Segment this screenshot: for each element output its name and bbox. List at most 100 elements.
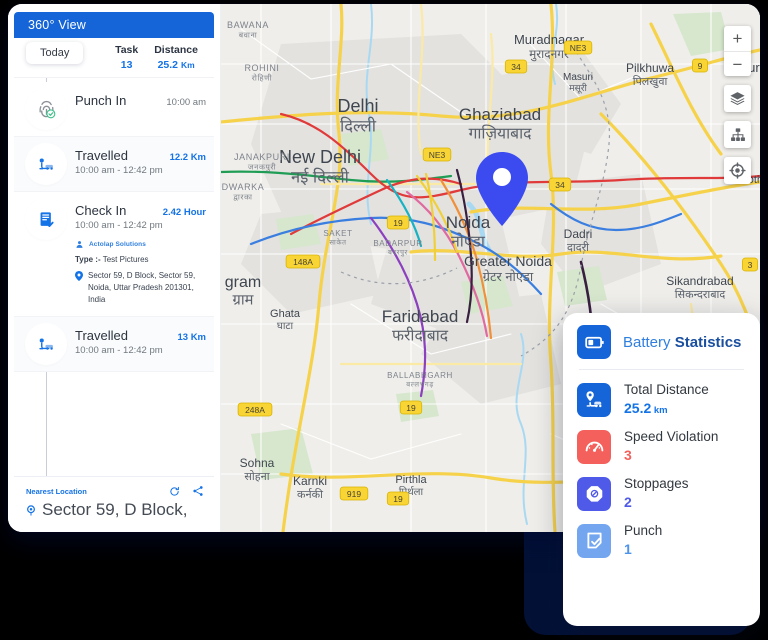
fingerprint-check-icon xyxy=(29,92,63,126)
svg-text:248A: 248A xyxy=(245,405,265,415)
map-label-hindi: द्वारका xyxy=(233,193,253,202)
highway-shield: NE3 xyxy=(422,147,452,162)
timeline-item[interactable]: Travelled 13 Km 10:00 am - 12:42 pm xyxy=(14,317,214,372)
battery-icon xyxy=(577,325,611,359)
svg-text:34: 34 xyxy=(511,62,521,72)
highway-shield: 9 xyxy=(691,58,708,73)
panel-title: 360° View xyxy=(28,18,86,32)
title-light: Battery xyxy=(623,333,675,351)
share-icon[interactable] xyxy=(192,485,204,497)
route-pin-icon xyxy=(577,382,611,417)
summary-stat-task: Task 13 xyxy=(115,43,138,71)
stats-card-title: Battery Statistics xyxy=(623,334,741,351)
map-label-hindi: सोहना xyxy=(244,470,270,483)
nearest-location-section: Nearest Location Sector 59, D Block, xyxy=(14,476,214,532)
stop-sign-icon xyxy=(577,476,611,511)
checkin-details: Actolap Solutions Type :- Test Pictures xyxy=(75,240,206,306)
map-label: New Delhi xyxy=(279,147,361,167)
stats-card-header: Battery Statistics xyxy=(577,325,746,369)
today-filter-chip[interactable]: Today xyxy=(26,42,84,64)
route-travel-icon xyxy=(29,147,63,181)
stat-row-punch[interactable]: Punch 1 xyxy=(577,523,746,558)
stat-row-speed-violation[interactable]: Speed Violation 3 xyxy=(577,429,746,464)
highway-shield: 3 xyxy=(742,257,759,272)
map-label: Ghata xyxy=(270,308,301,320)
map-label: Masuri xyxy=(563,72,593,83)
svg-text:34: 34 xyxy=(555,180,565,190)
today-chip-label: Today xyxy=(40,47,70,59)
svg-text:19: 19 xyxy=(406,403,416,413)
stat-text: Speed Violation 3 xyxy=(624,429,718,464)
punch-card-icon xyxy=(577,523,611,558)
checkin-address: Sector 59, D Block, Sector 59, Noida, Ut… xyxy=(75,270,206,306)
map-label: DWARKA xyxy=(222,182,265,192)
stat-text: Stoppages 2 xyxy=(624,476,689,511)
locate-button[interactable] xyxy=(724,157,751,184)
timeline-item-title: Punch In xyxy=(75,93,127,108)
sitemap-icon xyxy=(730,127,745,141)
stat-value: 1 xyxy=(624,541,632,558)
stat-text: Total Distance 25.2 km xyxy=(624,382,709,417)
map-label: BALLABHGARH xyxy=(387,371,453,380)
highway-shield: 34 xyxy=(504,59,528,74)
zoom-controls: + − xyxy=(724,26,751,76)
map-label-hindi: ग्रेटर नोएडा xyxy=(483,269,534,284)
map-label: ROHINI xyxy=(244,63,279,73)
timeline-item-time: 10:00 am - 12:42 pm xyxy=(75,165,163,176)
map-label-hindi: बल्लभगढ़ xyxy=(406,382,434,389)
map-label-hindi: बदरपुर xyxy=(388,250,408,257)
timeline-item-duration: 2.42 Hour xyxy=(162,207,206,218)
address-text: Sector 59, D Block, Sector 59, Noida, Ut… xyxy=(88,271,196,304)
title-bold: Statistics xyxy=(674,333,742,351)
highway-shield: 919 xyxy=(339,486,369,501)
map-label-hindi: नई दिल्ली xyxy=(291,167,350,186)
highway-shield: 248A xyxy=(237,402,273,417)
svg-text:3: 3 xyxy=(748,260,753,270)
speedometer-icon xyxy=(577,429,611,464)
map-label: Noida xyxy=(446,213,491,232)
stat-row-stoppages[interactable]: Stoppages 2 xyxy=(577,476,746,511)
map-label: Ghaziabad xyxy=(459,105,541,124)
timeline-item-title: Travelled xyxy=(75,328,128,343)
map-label-hindi: ग्राम xyxy=(233,292,255,308)
map-label: Greater Noida xyxy=(464,253,552,269)
stat-value: 2 xyxy=(624,494,632,511)
timeline-item[interactable]: Check In 2.42 Hour 10:00 am - 12:42 pm A… xyxy=(14,192,214,317)
nearest-location-label: Nearest Location xyxy=(26,486,87,496)
nearest-location-value-row: Sector 59, D Block, xyxy=(26,500,204,520)
svg-text:19: 19 xyxy=(393,218,403,228)
map-label: Pirthla xyxy=(395,474,427,486)
organization-name: Actolap Solutions xyxy=(89,241,146,248)
svg-text:19: 19 xyxy=(393,494,403,504)
task-label: Task xyxy=(115,44,139,57)
map-label: Faridabad xyxy=(382,307,459,326)
layers-button[interactable] xyxy=(724,85,751,112)
map-label-hindi: पिलखुवा xyxy=(633,75,669,88)
map-label-hindi: नोएडा xyxy=(451,232,486,250)
summary-stats: Task 13 Distance 25.2 Km xyxy=(115,43,204,71)
timeline-item[interactable]: Punch In 10:00 am xyxy=(14,82,214,137)
map-label-hindi: साकेत xyxy=(329,238,346,247)
type-label: Type :- xyxy=(75,255,101,264)
map-label-hindi: रोहिणी xyxy=(252,74,273,83)
stat-row-total-distance[interactable]: Total Distance 25.2 km xyxy=(577,382,746,417)
refresh-icon[interactable] xyxy=(169,486,180,497)
checkin-type: Type :- Test Pictures xyxy=(75,255,206,264)
timeline-item-title: Travelled xyxy=(75,148,128,163)
screen-root: 360° View Today Task 13 Distance 25.2 Km xyxy=(0,0,768,640)
divider xyxy=(579,369,744,370)
hierarchy-button[interactable] xyxy=(724,121,751,148)
map-label: Sohna xyxy=(240,456,275,470)
map-label: JANAKPURI xyxy=(234,152,290,162)
highway-shield: 19 xyxy=(386,215,410,230)
summary-stat-distance: Distance 25.2 Km xyxy=(154,43,198,71)
distance-value: 25.2 Km xyxy=(157,58,195,71)
timeline-panel: 360° View Today Task 13 Distance 25.2 Km xyxy=(8,4,221,532)
timeline-item[interactable]: Travelled 12.2 Km 10:00 am - 12:42 pm xyxy=(14,137,214,192)
zoom-in-button[interactable]: + xyxy=(724,26,751,51)
map-label-hindi: मसूरी xyxy=(569,82,587,94)
battery-statistics-card: Battery Statistics Total Distance 25.2 k… xyxy=(563,313,760,626)
checkin-organization[interactable]: Actolap Solutions xyxy=(75,240,206,249)
zoom-out-button[interactable]: − xyxy=(724,51,751,76)
map-label-hindi: बवाना xyxy=(239,31,258,40)
